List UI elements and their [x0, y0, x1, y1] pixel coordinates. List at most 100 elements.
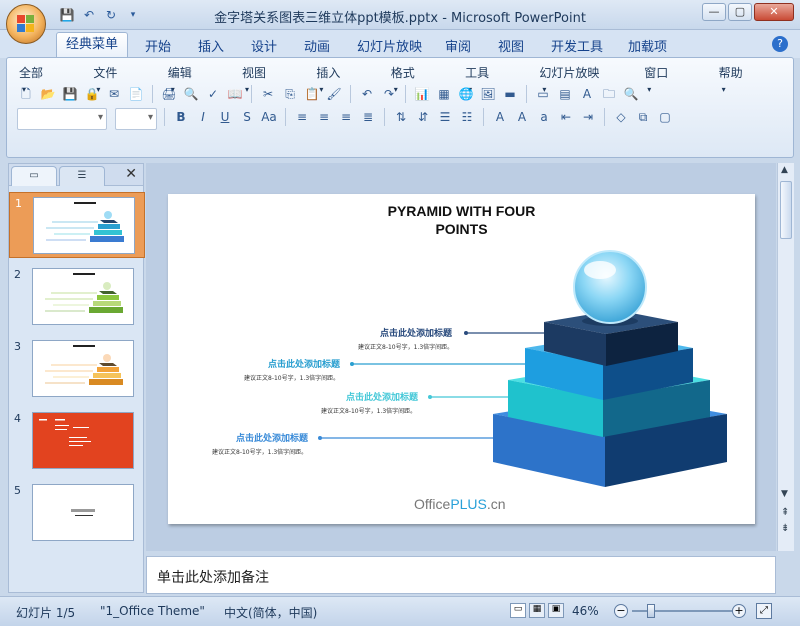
slide-thumbnail-5[interactable]: 5 — [9, 480, 145, 546]
print-preview-icon[interactable]: 🔍 — [182, 85, 200, 103]
decrease-indent-icon[interactable]: ⇤ — [557, 108, 575, 126]
print-icon[interactable]: 🖨 — [160, 85, 178, 103]
tab-addins[interactable]: 加载项 — [628, 36, 667, 55]
previous-slide-icon[interactable]: ⇞ — [781, 507, 789, 518]
grow-font-icon[interactable]: A — [513, 108, 531, 126]
slides-tab-icon[interactable]: ▭ — [11, 166, 57, 186]
permission-icon[interactable]: 🔒 — [83, 85, 101, 103]
tab-home[interactable]: 开始 — [145, 36, 171, 55]
format-painter-icon[interactable]: 🖌 — [325, 85, 343, 103]
scroll-up-icon[interactable]: ▲ — [781, 165, 788, 175]
zoom-in-icon[interactable]: + — [732, 604, 746, 618]
slide-thumbnail-3[interactable]: 3 — [9, 336, 145, 402]
notes-placeholder[interactable]: 单击此处添加备注 — [157, 567, 269, 587]
underline-button[interactable]: U — [216, 108, 234, 126]
callout-1-title[interactable]: 点击此处添加标题 — [380, 326, 452, 339]
slide-canvas[interactable]: PYRAMID WITH FOUR POINTS 点击此处添加标题 建议正文8-… — [168, 194, 755, 524]
textbox-icon[interactable]: A — [578, 85, 596, 103]
new-file-icon[interactable]: 🗋 — [17, 85, 35, 103]
publish-icon[interactable]: 📄 — [127, 85, 145, 103]
research-icon[interactable]: 📖 — [226, 85, 244, 103]
zoom-icon[interactable]: 🔍 — [622, 85, 640, 103]
email-icon[interactable]: ✉ — [105, 85, 123, 103]
tab-design[interactable]: 设计 — [251, 36, 277, 55]
change-case-button[interactable]: Aa — [260, 108, 278, 126]
help-icon[interactable]: ? — [772, 36, 788, 52]
theme-name[interactable]: "1_Office Theme" — [100, 604, 205, 618]
numbering-icon[interactable]: ☰ — [436, 108, 454, 126]
normal-view-icon[interactable]: ▭ — [510, 603, 526, 618]
align-right-icon[interactable]: ≡ — [337, 108, 355, 126]
shrink-font-icon[interactable]: a — [535, 108, 553, 126]
callout-3-desc[interactable]: 建议正文8-10号字，1.3倍字间距。 — [321, 406, 416, 415]
tab-animation[interactable]: 动画 — [304, 36, 330, 55]
new-slide-icon[interactable]: ▭ — [534, 85, 552, 103]
align-left-icon[interactable]: ≡ — [293, 108, 311, 126]
close-button[interactable]: ✕ — [754, 3, 794, 21]
copy-icon[interactable]: ⎘ — [281, 85, 299, 103]
tab-slideshow[interactable]: 幻灯片放映 — [357, 36, 422, 55]
globe-icon[interactable]: 🌐 — [457, 85, 475, 103]
fit-to-window-icon[interactable]: ⤢ — [756, 603, 772, 619]
vertical-scrollbar[interactable]: ▲ ▼ ⇞ ⇟ — [777, 163, 794, 551]
callout-2-desc[interactable]: 建议正文8-10号字，1.3倍字间距。 — [244, 373, 339, 382]
font-size-select[interactable] — [115, 108, 157, 130]
slide-sorter-icon[interactable]: ▦ — [529, 603, 545, 618]
language-indicator[interactable]: 中文(简体，中国) — [224, 604, 317, 621]
zoom-slider-handle[interactable] — [647, 604, 655, 618]
font-color-icon[interactable]: A — [491, 108, 509, 126]
zoom-out-icon[interactable]: − — [614, 604, 628, 618]
menu-window[interactable]: 窗口▾ — [644, 64, 692, 95]
notes-pane[interactable]: 单击此处添加备注 — [146, 556, 776, 594]
tab-classic-menu[interactable]: 经典菜单 — [56, 32, 128, 59]
tab-review[interactable]: 审阅 — [445, 36, 471, 55]
slide-thumbnail-1[interactable]: 1 — [9, 192, 145, 258]
cut-icon[interactable]: ✂ — [259, 85, 277, 103]
arrange-icon[interactable]: ⧉ — [634, 108, 652, 126]
justify-icon[interactable]: ≣ — [359, 108, 377, 126]
spelling-icon[interactable]: ✓ — [204, 85, 222, 103]
folder-icon[interactable]: 🗀 — [600, 85, 618, 103]
align-text-icon[interactable]: ⇵ — [414, 108, 432, 126]
align-center-icon[interactable]: ≡ — [315, 108, 333, 126]
strikethrough-button[interactable]: S — [238, 108, 256, 126]
color-grayscale-icon[interactable]: ▬ — [501, 85, 519, 103]
zoom-level[interactable]: 46% — [572, 604, 599, 618]
menu-help[interactable]: 帮助▾ — [719, 64, 767, 95]
bullets-icon[interactable]: ☷ — [458, 108, 476, 126]
callout-3-title[interactable]: 点击此处添加标题 — [346, 390, 418, 403]
slide-thumbnail-4[interactable]: 4 — [9, 408, 145, 474]
quick-styles-icon[interactable]: ▢ — [656, 108, 674, 126]
chart-icon[interactable]: 📊 — [413, 85, 431, 103]
text-direction-icon[interactable]: ⇅ — [392, 108, 410, 126]
slideshow-view-icon[interactable]: ▣ — [548, 603, 564, 618]
callout-4-title[interactable]: 点击此处添加标题 — [236, 431, 308, 444]
pyramid-graphic[interactable] — [168, 194, 755, 524]
increase-indent-icon[interactable]: ⇥ — [579, 108, 597, 126]
close-pane-icon[interactable]: ✕ — [125, 166, 137, 182]
minimize-button[interactable]: — — [702, 3, 726, 21]
tab-developer[interactable]: 开发工具 — [551, 36, 603, 55]
tab-view[interactable]: 视图 — [498, 36, 524, 55]
paste-icon[interactable]: 📋 — [303, 85, 321, 103]
tab-insert[interactable]: 插入 — [198, 36, 224, 55]
table-icon[interactable]: ▦ — [435, 85, 453, 103]
open-folder-icon[interactable]: 📂 — [39, 85, 57, 103]
callout-4-desc[interactable]: 建议正文8-10号字，1.3倍字间距。 — [212, 447, 307, 456]
font-name-select[interactable] — [17, 108, 107, 130]
italic-button[interactable]: I — [194, 108, 212, 126]
office-button[interactable] — [6, 4, 46, 44]
callout-1-desc[interactable]: 建议正文8-10号字，1.3倍字间距。 — [358, 342, 453, 351]
picture-icon[interactable]: 🖼 — [479, 85, 497, 103]
maximize-button[interactable]: ▢ — [728, 3, 752, 21]
outline-tab-icon[interactable]: ☰ — [59, 166, 105, 186]
callout-2-title[interactable]: 点击此处添加标题 — [268, 357, 340, 370]
undo-icon[interactable]: ↶ — [358, 85, 376, 103]
scroll-thumb[interactable] — [780, 181, 792, 239]
redo-icon[interactable]: ↷ — [380, 85, 398, 103]
next-slide-icon[interactable]: ⇟ — [781, 523, 789, 534]
slide-thumbnail-2[interactable]: 2 — [9, 264, 145, 330]
bold-button[interactable]: B — [172, 108, 190, 126]
shapes-icon[interactable]: ◇ — [612, 108, 630, 126]
layout-icon[interactable]: ▤ — [556, 85, 574, 103]
